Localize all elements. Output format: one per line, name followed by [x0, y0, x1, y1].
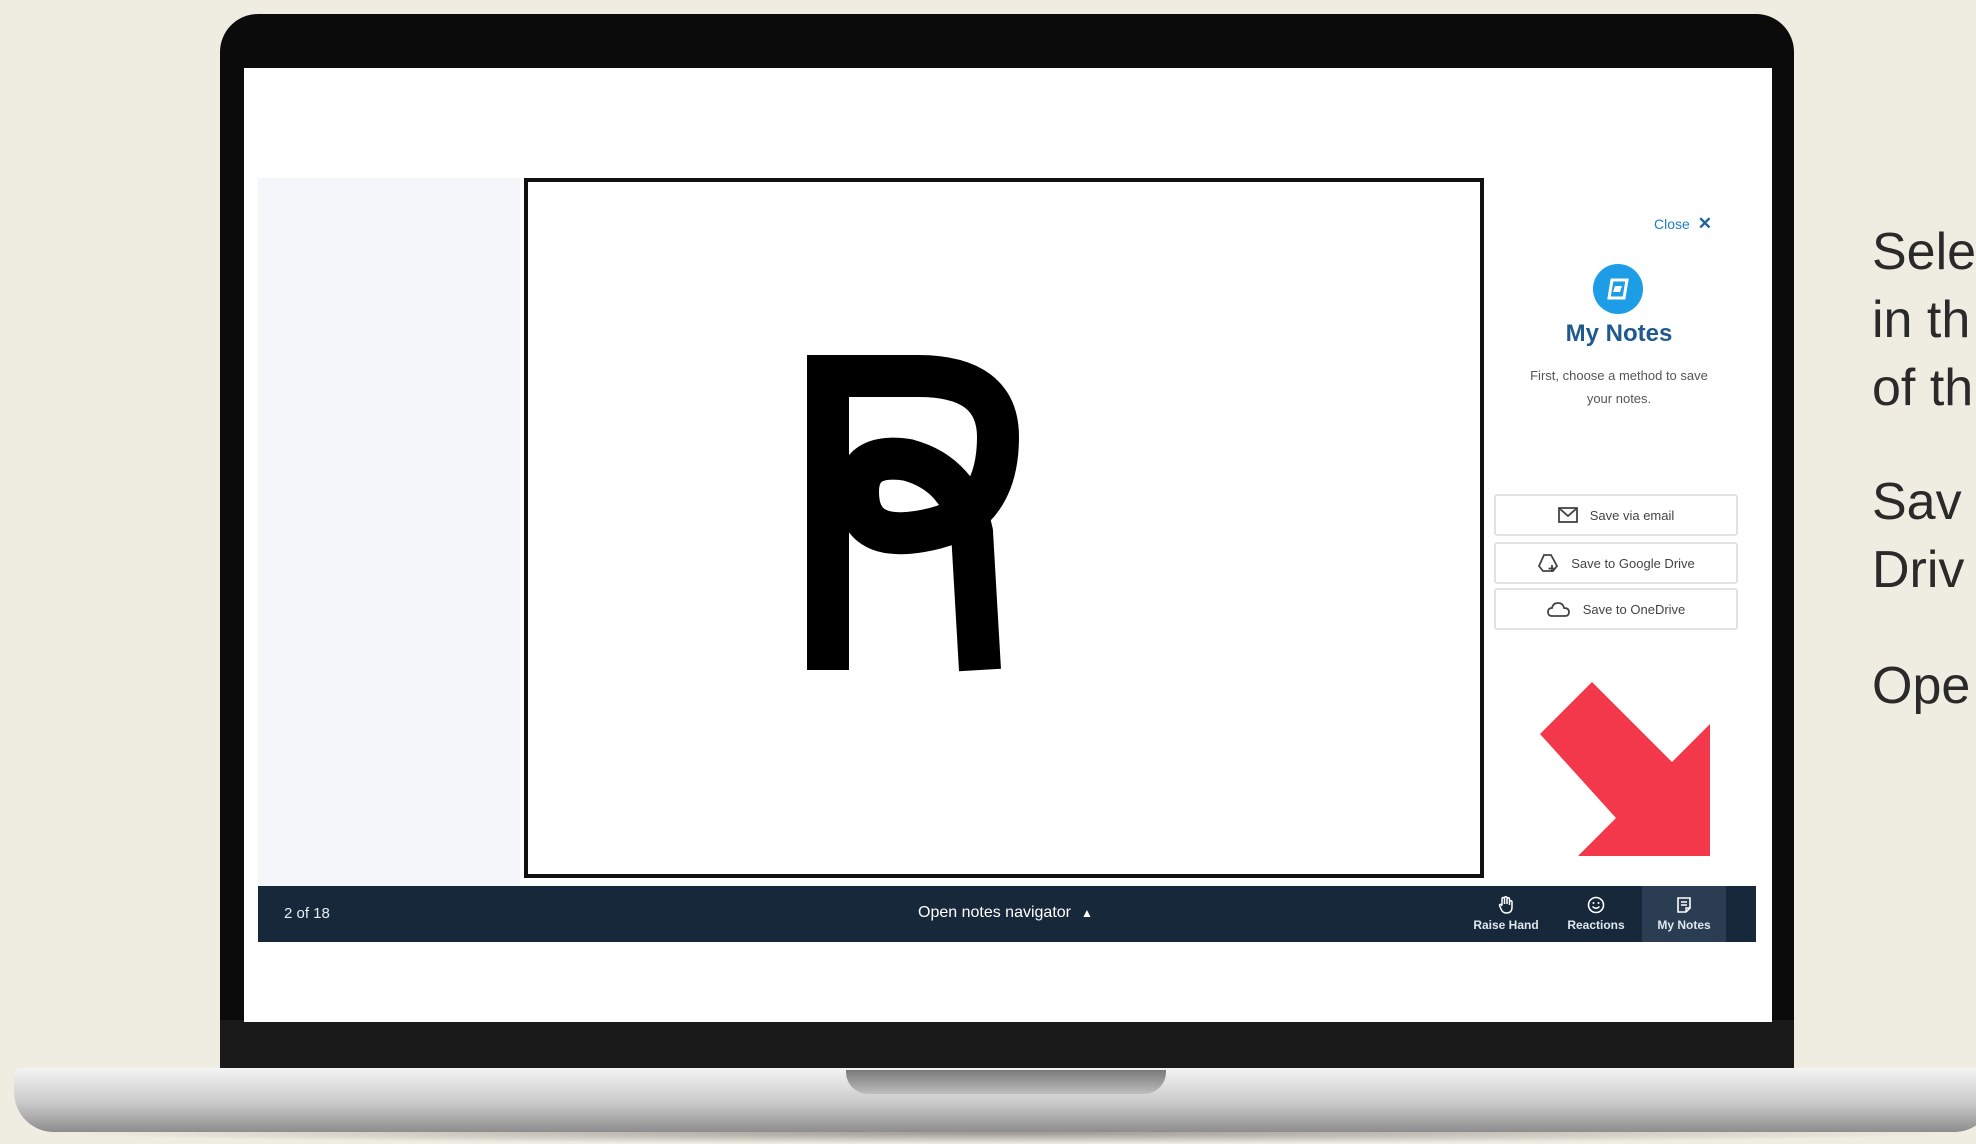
- side-text-line-6: Ope: [1872, 657, 1971, 715]
- save-to-onedrive-button[interactable]: Save to OneDrive: [1494, 588, 1738, 630]
- navigator-label: Open notes navigator: [918, 904, 1071, 921]
- save-to-google-drive-label: Save to Google Drive: [1571, 555, 1695, 571]
- presentation-toolbar: 2 of 18 Open notes navigator ▲ Raise Han…: [258, 886, 1756, 942]
- screen-bottom-area: [244, 942, 1772, 1022]
- google-drive-icon: [1538, 554, 1559, 572]
- chevron-up-icon: ▲: [1081, 906, 1093, 920]
- my-notes-description: First, choose a method to save your note…: [1530, 368, 1708, 406]
- save-via-email-button[interactable]: Save via email: [1494, 494, 1738, 536]
- my-notes-title: My Notes: [1565, 320, 1673, 347]
- my-notes-button[interactable]: My Notes: [1642, 886, 1726, 942]
- mail-icon: [1557, 507, 1578, 523]
- open-notes-navigator-button[interactable]: Open notes navigator ▲: [918, 904, 1093, 922]
- cloud-icon: [1546, 602, 1570, 617]
- left-panel: [258, 178, 520, 888]
- red-arrow-icon: [1540, 682, 1710, 856]
- smiley-icon: [1587, 896, 1605, 914]
- notes-icon: [1677, 897, 1691, 913]
- my-notes-logo-icon: [1593, 264, 1643, 314]
- presentation-slide: [524, 178, 1484, 878]
- close-icon: ✕: [1697, 214, 1713, 233]
- raise-hand-button[interactable]: Raise Hand: [1466, 886, 1546, 942]
- side-text-line-5: Driv: [1872, 541, 1965, 599]
- save-via-email-label: Save via email: [1589, 507, 1675, 523]
- close-button[interactable]: Close ✕: [1654, 214, 1712, 234]
- laptop-notch: [846, 1070, 1166, 1094]
- reactions-label: Reactions: [1567, 918, 1625, 932]
- side-text-line-2: in th: [1872, 291, 1971, 349]
- r-logo-graphic: [807, 355, 1020, 672]
- side-text-line-1: Sele: [1872, 223, 1976, 281]
- side-text-line-3: of th: [1872, 359, 1974, 417]
- save-to-google-drive-button[interactable]: Save to Google Drive: [1494, 542, 1738, 584]
- close-label: Close: [1654, 216, 1690, 232]
- raise-hand-label: Raise Hand: [1473, 918, 1539, 932]
- save-to-onedrive-label: Save to OneDrive: [1582, 601, 1686, 617]
- side-text-line-4: Sav: [1872, 473, 1962, 531]
- slide-counter: 2 of 18: [284, 905, 330, 922]
- laptop-screen: Close ✕ My Notes First, choose a method …: [244, 68, 1772, 1022]
- reactions-button[interactable]: Reactions: [1556, 886, 1636, 942]
- hand-icon: [1498, 896, 1513, 914]
- my-notes-label: My Notes: [1657, 918, 1711, 932]
